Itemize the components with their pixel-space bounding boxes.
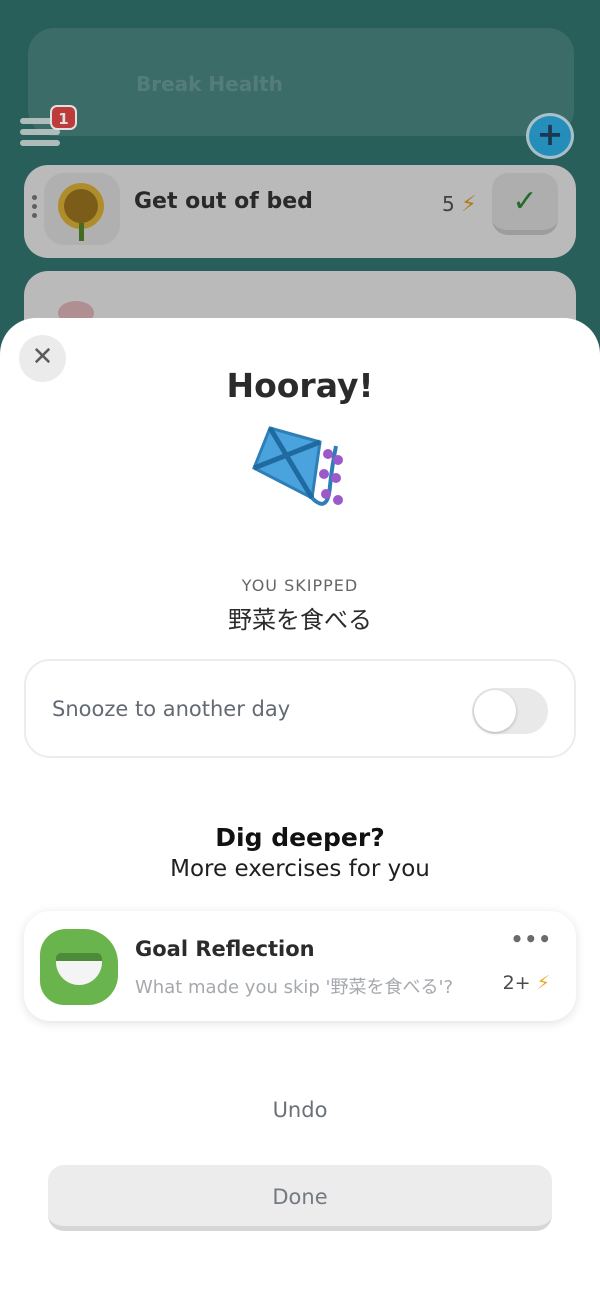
snooze-row[interactable]: Snooze to another day: [24, 659, 576, 758]
snooze-toggle[interactable]: [472, 688, 548, 734]
skipped-habit-name: 野菜を食べる: [228, 606, 372, 634]
toggle-knob: [474, 690, 516, 732]
bolt-icon: ⚡: [536, 972, 550, 994]
exercise-points: 2+ ⚡: [503, 972, 550, 994]
skip-result-sheet: ✕ Hooray! YOU SKIPPED 野菜を食べる Snooze to a…: [0, 318, 600, 1305]
salad-icon: [40, 929, 118, 1005]
sheet-title: Hooray!: [226, 366, 374, 405]
exercise-subtitle: What made you skip '野菜を食べる'?: [135, 977, 453, 998]
dig-deeper-title: Dig deeper?: [215, 823, 385, 852]
exercise-card[interactable]: Goal Reflection What made you skip '野菜を食…: [24, 911, 576, 1021]
dig-deeper-subtitle: More exercises for you: [170, 856, 430, 882]
exercise-title: Goal Reflection: [135, 937, 315, 961]
more-icon[interactable]: •••: [511, 927, 552, 951]
done-button[interactable]: Done: [48, 1165, 552, 1231]
exercise-points-value: 2+: [502, 972, 531, 994]
snooze-label: Snooze to another day: [52, 697, 291, 721]
undo-button[interactable]: Undo: [0, 1098, 600, 1122]
kite-icon: [252, 426, 343, 506]
skipped-label: YOU SKIPPED: [241, 576, 359, 595]
